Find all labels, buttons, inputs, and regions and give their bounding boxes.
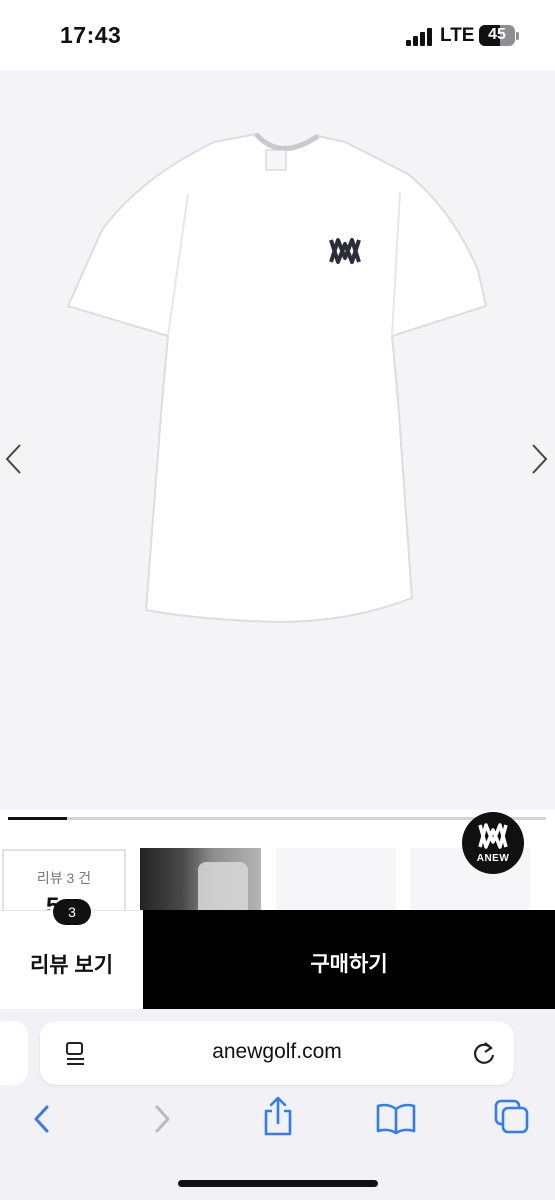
share-button[interactable] xyxy=(256,1093,300,1137)
action-bar: 3 리뷰 보기 구매하기 xyxy=(0,899,555,1009)
next-image-button[interactable] xyxy=(523,435,555,483)
url-text[interactable]: anewgolf.com xyxy=(100,1040,454,1064)
forward-icon xyxy=(155,1105,170,1133)
status-time: 17:43 xyxy=(60,22,122,48)
status-bar: 17:43 LTE 45 xyxy=(0,0,555,70)
review-count-badge: 3 xyxy=(53,899,91,925)
chevron-left-icon xyxy=(5,444,21,474)
view-reviews-label: 리뷰 보기 xyxy=(29,954,114,977)
product-image-carousel[interactable] xyxy=(0,70,555,810)
anew-logo-icon xyxy=(478,823,508,849)
brand-badge-label: ANEW xyxy=(476,853,510,864)
buy-button[interactable]: 구매하기 xyxy=(143,910,555,1009)
back-button[interactable] xyxy=(20,1093,64,1137)
tabs-icon xyxy=(494,1099,529,1134)
network-type: LTE xyxy=(440,25,475,46)
bookmarks-button[interactable] xyxy=(374,1093,418,1137)
tabs-button[interactable] xyxy=(490,1093,534,1137)
gallery-progress-fill xyxy=(8,817,68,820)
address-bar[interactable]: anewgolf.com xyxy=(40,1021,514,1085)
chevron-right-icon xyxy=(532,444,548,474)
buy-button-label: 구매하기 xyxy=(310,953,388,976)
previous-tab-peek[interactable] xyxy=(0,1021,28,1085)
battery-icon: 45 xyxy=(479,25,515,46)
share-icon xyxy=(264,1096,292,1136)
gallery-progress-bar xyxy=(8,817,546,820)
view-reviews-button[interactable]: 3 리뷰 보기 xyxy=(0,899,143,1009)
prev-image-button[interactable] xyxy=(0,435,32,483)
white-tshirt-image xyxy=(66,132,488,624)
brand-badge[interactable]: ANEW xyxy=(462,812,524,874)
home-indicator xyxy=(178,1180,378,1187)
cellular-signal-icon xyxy=(406,28,434,46)
back-icon xyxy=(34,1105,49,1133)
review-count-label: 리뷰 3 건 xyxy=(36,870,92,886)
battery-cap xyxy=(516,32,519,40)
page-menu-icon[interactable] xyxy=(64,1041,88,1072)
reload-icon[interactable] xyxy=(471,1040,497,1071)
bookmarks-icon xyxy=(376,1103,416,1135)
forward-button[interactable] xyxy=(140,1093,184,1137)
battery-percent: 45 xyxy=(488,26,506,43)
